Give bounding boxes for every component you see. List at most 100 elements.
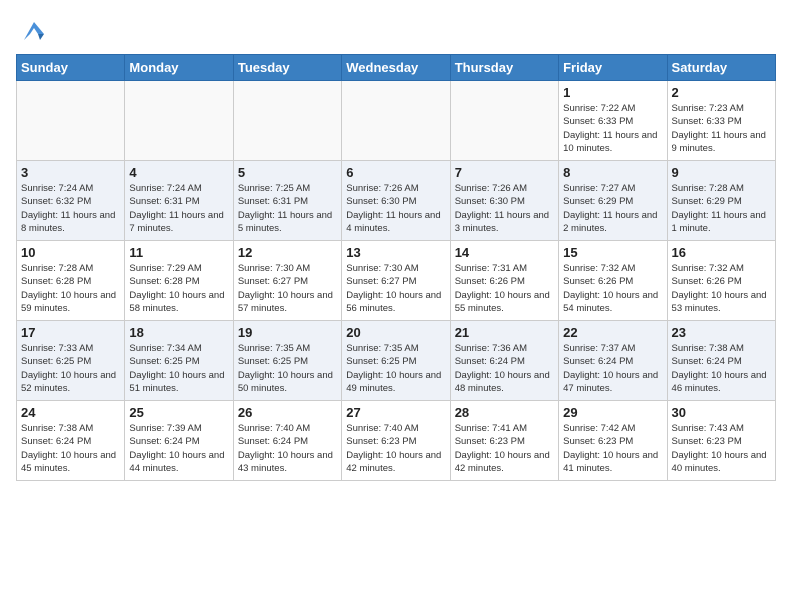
day-number: 29 xyxy=(563,405,662,420)
logo-icon xyxy=(20,16,48,44)
day-number: 9 xyxy=(672,165,771,180)
day-number: 14 xyxy=(455,245,554,260)
day-number: 16 xyxy=(672,245,771,260)
day-info: Sunrise: 7:40 AM Sunset: 6:23 PM Dayligh… xyxy=(346,422,445,475)
day-info: Sunrise: 7:29 AM Sunset: 6:28 PM Dayligh… xyxy=(129,262,228,315)
day-info: Sunrise: 7:43 AM Sunset: 6:23 PM Dayligh… xyxy=(672,422,771,475)
calendar-cell: 27 Sunrise: 7:40 AM Sunset: 6:23 PM Dayli… xyxy=(342,401,450,481)
calendar-cell: 15Sunrise: 7:32 AM Sunset: 6:26 PM Dayli… xyxy=(559,241,667,321)
day-info: Sunrise: 7:22 AM Sunset: 6:33 PM Dayligh… xyxy=(563,102,662,155)
day-number: 8 xyxy=(563,165,662,180)
calendar-week-row: 24 Sunrise: 7:38 AM Sunset: 6:24 PM Dayli… xyxy=(17,401,776,481)
day-number: 22 xyxy=(563,325,662,340)
calendar-week-row: 17 Sunrise: 7:33 AM Sunset: 6:25 PM Dayli… xyxy=(17,321,776,401)
day-info: Sunrise: 7:28 AM Sunset: 6:29 PM Dayligh… xyxy=(672,182,771,235)
day-info: Sunrise: 7:41 AM Sunset: 6:23 PM Dayligh… xyxy=(455,422,554,475)
calendar-cell: 7 Sunrise: 7:26 AM Sunset: 6:30 PM Daylig… xyxy=(450,161,558,241)
day-number: 17 xyxy=(21,325,120,340)
day-info: Sunrise: 7:25 AM Sunset: 6:31 PM Dayligh… xyxy=(238,182,337,235)
day-info: Sunrise: 7:36 AM Sunset: 6:24 PM Dayligh… xyxy=(455,342,554,395)
calendar-cell xyxy=(342,81,450,161)
day-number: 4 xyxy=(129,165,228,180)
calendar-cell: 3 Sunrise: 7:24 AM Sunset: 6:32 PM Daylig… xyxy=(17,161,125,241)
calendar-cell xyxy=(450,81,558,161)
day-info: Sunrise: 7:30 AM Sunset: 6:27 PM Dayligh… xyxy=(346,262,445,315)
day-number: 26 xyxy=(238,405,337,420)
calendar-cell: 5Sunrise: 7:25 AM Sunset: 6:31 PM Daylig… xyxy=(233,161,341,241)
calendar-cell: 18Sunrise: 7:34 AM Sunset: 6:25 PM Dayli… xyxy=(125,321,233,401)
calendar-cell: 24 Sunrise: 7:38 AM Sunset: 6:24 PM Dayli… xyxy=(17,401,125,481)
day-number: 10 xyxy=(21,245,120,260)
day-info: Sunrise: 7:23 AM Sunset: 6:33 PM Dayligh… xyxy=(672,102,771,155)
day-info: Sunrise: 7:42 AM Sunset: 6:23 PM Dayligh… xyxy=(563,422,662,475)
day-info: Sunrise: 7:35 AM Sunset: 6:25 PM Dayligh… xyxy=(238,342,337,395)
day-number: 2 xyxy=(672,85,771,100)
weekday-header: Saturday xyxy=(667,55,775,81)
calendar-cell: 11 Sunrise: 7:29 AM Sunset: 6:28 PM Dayli… xyxy=(125,241,233,321)
day-info: Sunrise: 7:28 AM Sunset: 6:28 PM Dayligh… xyxy=(21,262,120,315)
calendar-cell: 30Sunrise: 7:43 AM Sunset: 6:23 PM Dayli… xyxy=(667,401,775,481)
day-info: Sunrise: 7:24 AM Sunset: 6:31 PM Dayligh… xyxy=(129,182,228,235)
day-info: Sunrise: 7:38 AM Sunset: 6:24 PM Dayligh… xyxy=(672,342,771,395)
day-info: Sunrise: 7:26 AM Sunset: 6:30 PM Dayligh… xyxy=(455,182,554,235)
calendar-table: SundayMondayTuesdayWednesdayThursdayFrid… xyxy=(16,54,776,481)
day-number: 24 xyxy=(21,405,120,420)
calendar-week-row: 3 Sunrise: 7:24 AM Sunset: 6:32 PM Daylig… xyxy=(17,161,776,241)
day-info: Sunrise: 7:40 AM Sunset: 6:24 PM Dayligh… xyxy=(238,422,337,475)
calendar-week-row: 10 Sunrise: 7:28 AM Sunset: 6:28 PM Dayli… xyxy=(17,241,776,321)
day-number: 13 xyxy=(346,245,445,260)
calendar-cell: 17 Sunrise: 7:33 AM Sunset: 6:25 PM Dayli… xyxy=(17,321,125,401)
day-info: Sunrise: 7:38 AM Sunset: 6:24 PM Dayligh… xyxy=(21,422,120,475)
weekday-header: Friday xyxy=(559,55,667,81)
header xyxy=(16,16,776,44)
day-info: Sunrise: 7:35 AM Sunset: 6:25 PM Dayligh… xyxy=(346,342,445,395)
calendar-cell: 20 Sunrise: 7:35 AM Sunset: 6:25 PM Dayli… xyxy=(342,321,450,401)
day-number: 19 xyxy=(238,325,337,340)
calendar-cell: 21 Sunrise: 7:36 AM Sunset: 6:24 PM Dayli… xyxy=(450,321,558,401)
day-number: 28 xyxy=(455,405,554,420)
calendar-cell: 12 Sunrise: 7:30 AM Sunset: 6:27 PM Dayli… xyxy=(233,241,341,321)
calendar-cell: 6 Sunrise: 7:26 AM Sunset: 6:30 PM Daylig… xyxy=(342,161,450,241)
day-number: 7 xyxy=(455,165,554,180)
day-number: 11 xyxy=(129,245,228,260)
weekday-header: Monday xyxy=(125,55,233,81)
header-row: SundayMondayTuesdayWednesdayThursdayFrid… xyxy=(17,55,776,81)
calendar-cell: 28 Sunrise: 7:41 AM Sunset: 6:23 PM Dayli… xyxy=(450,401,558,481)
calendar-cell: 1 Sunrise: 7:22 AM Sunset: 6:33 PM Daylig… xyxy=(559,81,667,161)
calendar-cell: 22Sunrise: 7:37 AM Sunset: 6:24 PM Dayli… xyxy=(559,321,667,401)
calendar-cell: 13 Sunrise: 7:30 AM Sunset: 6:27 PM Dayli… xyxy=(342,241,450,321)
day-number: 21 xyxy=(455,325,554,340)
logo xyxy=(16,20,48,44)
day-info: Sunrise: 7:31 AM Sunset: 6:26 PM Dayligh… xyxy=(455,262,554,315)
calendar-cell xyxy=(17,81,125,161)
calendar-cell: 23 Sunrise: 7:38 AM Sunset: 6:24 PM Dayli… xyxy=(667,321,775,401)
day-number: 3 xyxy=(21,165,120,180)
calendar-cell xyxy=(233,81,341,161)
day-number: 12 xyxy=(238,245,337,260)
calendar-cell: 14 Sunrise: 7:31 AM Sunset: 6:26 PM Dayli… xyxy=(450,241,558,321)
calendar-week-row: 1 Sunrise: 7:22 AM Sunset: 6:33 PM Daylig… xyxy=(17,81,776,161)
calendar-cell: 10 Sunrise: 7:28 AM Sunset: 6:28 PM Dayli… xyxy=(17,241,125,321)
weekday-header: Thursday xyxy=(450,55,558,81)
day-number: 20 xyxy=(346,325,445,340)
weekday-header: Sunday xyxy=(17,55,125,81)
calendar-cell: 9 Sunrise: 7:28 AM Sunset: 6:29 PM Daylig… xyxy=(667,161,775,241)
day-number: 23 xyxy=(672,325,771,340)
day-info: Sunrise: 7:39 AM Sunset: 6:24 PM Dayligh… xyxy=(129,422,228,475)
calendar-cell: 8 Sunrise: 7:27 AM Sunset: 6:29 PM Daylig… xyxy=(559,161,667,241)
calendar-cell: 25Sunrise: 7:39 AM Sunset: 6:24 PM Dayli… xyxy=(125,401,233,481)
day-info: Sunrise: 7:30 AM Sunset: 6:27 PM Dayligh… xyxy=(238,262,337,315)
day-info: Sunrise: 7:33 AM Sunset: 6:25 PM Dayligh… xyxy=(21,342,120,395)
calendar-cell xyxy=(125,81,233,161)
day-info: Sunrise: 7:27 AM Sunset: 6:29 PM Dayligh… xyxy=(563,182,662,235)
weekday-header: Wednesday xyxy=(342,55,450,81)
day-number: 6 xyxy=(346,165,445,180)
day-number: 27 xyxy=(346,405,445,420)
day-info: Sunrise: 7:26 AM Sunset: 6:30 PM Dayligh… xyxy=(346,182,445,235)
day-info: Sunrise: 7:32 AM Sunset: 6:26 PM Dayligh… xyxy=(563,262,662,315)
calendar-cell: 26 Sunrise: 7:40 AM Sunset: 6:24 PM Dayli… xyxy=(233,401,341,481)
day-info: Sunrise: 7:24 AM Sunset: 6:32 PM Dayligh… xyxy=(21,182,120,235)
calendar-cell: 19 Sunrise: 7:35 AM Sunset: 6:25 PM Dayli… xyxy=(233,321,341,401)
day-info: Sunrise: 7:34 AM Sunset: 6:25 PM Dayligh… xyxy=(129,342,228,395)
day-number: 1 xyxy=(563,85,662,100)
